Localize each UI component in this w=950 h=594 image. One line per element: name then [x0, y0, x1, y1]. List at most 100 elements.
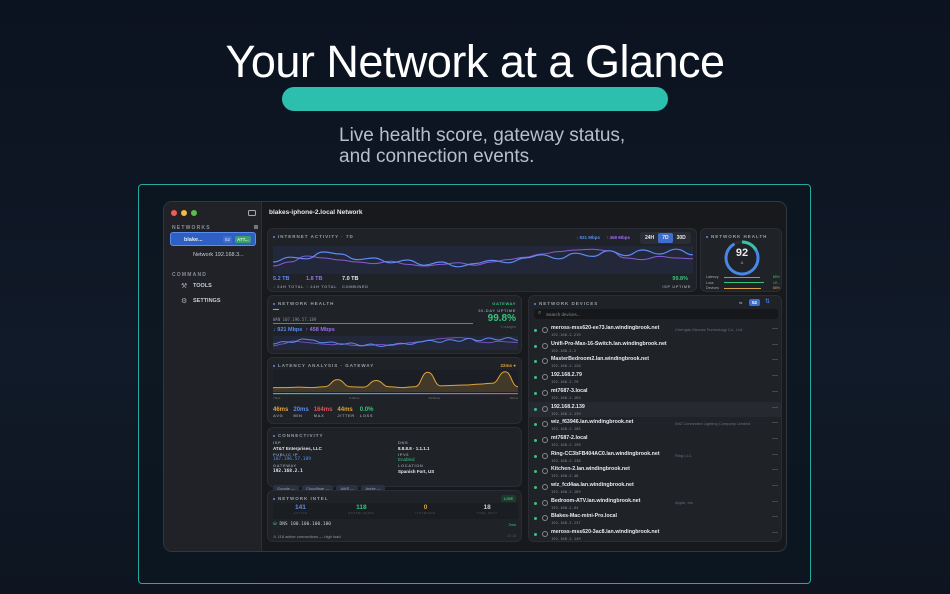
device-row[interactable]: Kitchen-2.lan.windingbrook.net192.168.2.…	[529, 464, 782, 480]
device-row[interactable]: Bedroom-ATV.lan.windingbrook.net192.168.…	[529, 496, 782, 512]
card-title: INTERNET ACTIVITY · 7D	[273, 234, 354, 239]
more-menu-icon[interactable]: —	[772, 326, 778, 332]
more-menu-icon[interactable]: —	[772, 530, 778, 536]
add-network-icon[interactable]	[254, 225, 258, 229]
device-row[interactable]: Unifi-Pro-Max-16-Switch.lan.windingbrook…	[529, 339, 782, 355]
latency-stat: 0.0%LOSS	[360, 407, 374, 418]
device-row[interactable]: mt7687-3.local192.168.2.163—	[529, 386, 782, 402]
range-7d[interactable]: 7D	[658, 233, 672, 243]
more-menu-icon[interactable]: —	[772, 405, 778, 411]
more-menu-icon[interactable]: —	[772, 420, 778, 426]
sidebar-network-selected[interactable]: blake... 52 ATT...	[170, 232, 256, 246]
info-icon[interactable]	[542, 515, 548, 521]
online-status-dot	[534, 376, 537, 379]
more-menu-icon[interactable]: —	[772, 436, 778, 442]
gateway-name: —	[273, 307, 279, 313]
dns-icon: ⛁	[273, 522, 277, 527]
health-score: 92	[723, 247, 761, 259]
device-vendor: Ring LLC	[675, 453, 692, 458]
info-icon[interactable]	[542, 531, 548, 537]
device-row[interactable]: Blakes-Mac-mini-Pro.local192.168.2.237—	[529, 511, 782, 527]
device-ip: 192.168.2.120	[551, 363, 581, 368]
more-menu-icon[interactable]: —	[772, 514, 778, 520]
range-24h[interactable]: 24H	[641, 233, 658, 243]
info-icon[interactable]	[542, 358, 548, 364]
hero-subtitle: Live health score, gateway status,and co…	[339, 125, 625, 167]
device-row[interactable]: wiz_fcd4aa.lan.windingbrook.net192.168.2…	[529, 480, 782, 496]
latency-stat: 164msMAX	[314, 407, 333, 418]
device-vendor: Chengdu Meross Technology Co., Ltd.	[675, 327, 743, 332]
search-icon: ⌕	[538, 310, 541, 317]
alert-text: 118 active connections — high load	[278, 534, 341, 539]
online-status-dot	[534, 360, 537, 363]
more-menu-icon[interactable]: —	[772, 452, 778, 458]
device-row[interactable]: Ring-CC3bFB404AC0.lan.windingbrook.net19…	[529, 449, 782, 465]
wan-label: WAN	[273, 317, 280, 322]
uptime-bar	[273, 323, 473, 324]
more-menu-icon[interactable]: —	[772, 373, 778, 379]
info-icon[interactable]	[542, 453, 548, 459]
stat-label: MIN	[293, 413, 308, 418]
card-title: NETWORK INTEL	[273, 496, 329, 501]
stat-label: ACTIVE	[294, 511, 308, 515]
sidebar-item-settings[interactable]: SETTINGS	[193, 298, 221, 304]
info-icon[interactable]	[542, 500, 548, 506]
device-name: meross-mss620-3ac8.lan.windingbrook.net	[551, 529, 659, 535]
health-metric: Devices88%	[706, 286, 780, 292]
device-row[interactable]: 192.168.2.139192.168.2.139—	[529, 402, 782, 418]
device-row[interactable]: 192.168.2.79192.168.2.79—	[529, 370, 782, 386]
health-grade: A	[723, 260, 761, 265]
range-30d[interactable]: 30D	[673, 233, 690, 243]
latency-stat: 44msJITTER	[337, 407, 354, 418]
uptime-value: 99.8%	[488, 313, 516, 324]
close-button[interactable]	[171, 210, 177, 216]
device-row[interactable]: MasterBedroom2.lan.windingbrook.net192.1…	[529, 354, 782, 370]
more-menu-icon[interactable]: —	[772, 357, 778, 363]
down-rate: ↓ 921 Mbps	[576, 235, 600, 240]
stat-label: TIME_WAIT	[477, 511, 498, 515]
filter-icon[interactable]: ⇆	[739, 300, 742, 305]
device-ip: 192.168.2.237	[551, 520, 581, 525]
info-icon[interactable]	[542, 468, 548, 474]
minimize-button[interactable]	[181, 210, 187, 216]
info-icon[interactable]	[542, 374, 548, 380]
info-icon[interactable]	[542, 390, 548, 396]
device-row[interactable]: meross-mss620-3ac8.lan.windingbrook.net1…	[529, 527, 782, 542]
info-icon[interactable]	[542, 421, 548, 427]
online-status-dot	[534, 455, 537, 458]
more-menu-icon[interactable]: —	[772, 483, 778, 489]
device-name: mt7687-3.local	[551, 388, 588, 394]
intel-stat: 118ESTABLISHED	[348, 503, 374, 519]
sidebar-toggle-icon[interactable]	[248, 210, 256, 216]
device-row[interactable]: wiz_f63946.lan.windingbrook.net192.168.2…	[529, 417, 782, 433]
dns-time: 2ms	[508, 522, 516, 527]
sidebar-item-tools[interactable]: TOOLS	[193, 283, 212, 289]
sidebar: NETWORKS blake... 52 ATT... Network 192.…	[164, 202, 262, 552]
info-icon[interactable]	[542, 327, 548, 333]
network-label: blake...	[184, 237, 203, 243]
device-search-input[interactable]: ⌕ Search devices...	[534, 309, 778, 319]
stat-value: 118	[348, 504, 374, 511]
info-icon[interactable]	[542, 343, 548, 349]
sidebar-network-item[interactable]: Network 192.168.3...	[193, 252, 244, 258]
info-icon[interactable]	[542, 406, 548, 412]
online-status-dot	[534, 470, 537, 473]
device-row[interactable]: mt7687-2.local192.168.2.159—	[529, 433, 782, 449]
zoom-button[interactable]	[191, 210, 197, 216]
more-menu-icon[interactable]: —	[772, 499, 778, 505]
network-health-card: NETWORK HEALTH GATEWAY — WAN 107.196.57.…	[267, 295, 522, 354]
intel-stat: 141ACTIVE	[294, 503, 308, 519]
more-menu-icon[interactable]: —	[772, 389, 778, 395]
more-menu-icon[interactable]: —	[772, 467, 778, 473]
card-title[interactable]: NETWORK DEVICES	[534, 301, 598, 306]
online-status-dot	[534, 502, 537, 505]
more-menu-icon[interactable]: —	[772, 342, 778, 348]
alert-time: 22:16	[507, 534, 516, 538]
info-icon[interactable]	[542, 484, 548, 490]
info-icon[interactable]	[542, 437, 548, 443]
health-score-card: NETWORK HEALTH 92 A Latency85%Loss10...D…	[700, 228, 782, 292]
device-row[interactable]: meross-mss620-ee73.lan.windingbrook.net1…	[529, 323, 782, 339]
dns-server: 100.100.100.100	[290, 522, 331, 527]
latency-stat: 46msAVG	[273, 407, 288, 418]
sort-icon[interactable]: ⇅	[765, 298, 770, 305]
